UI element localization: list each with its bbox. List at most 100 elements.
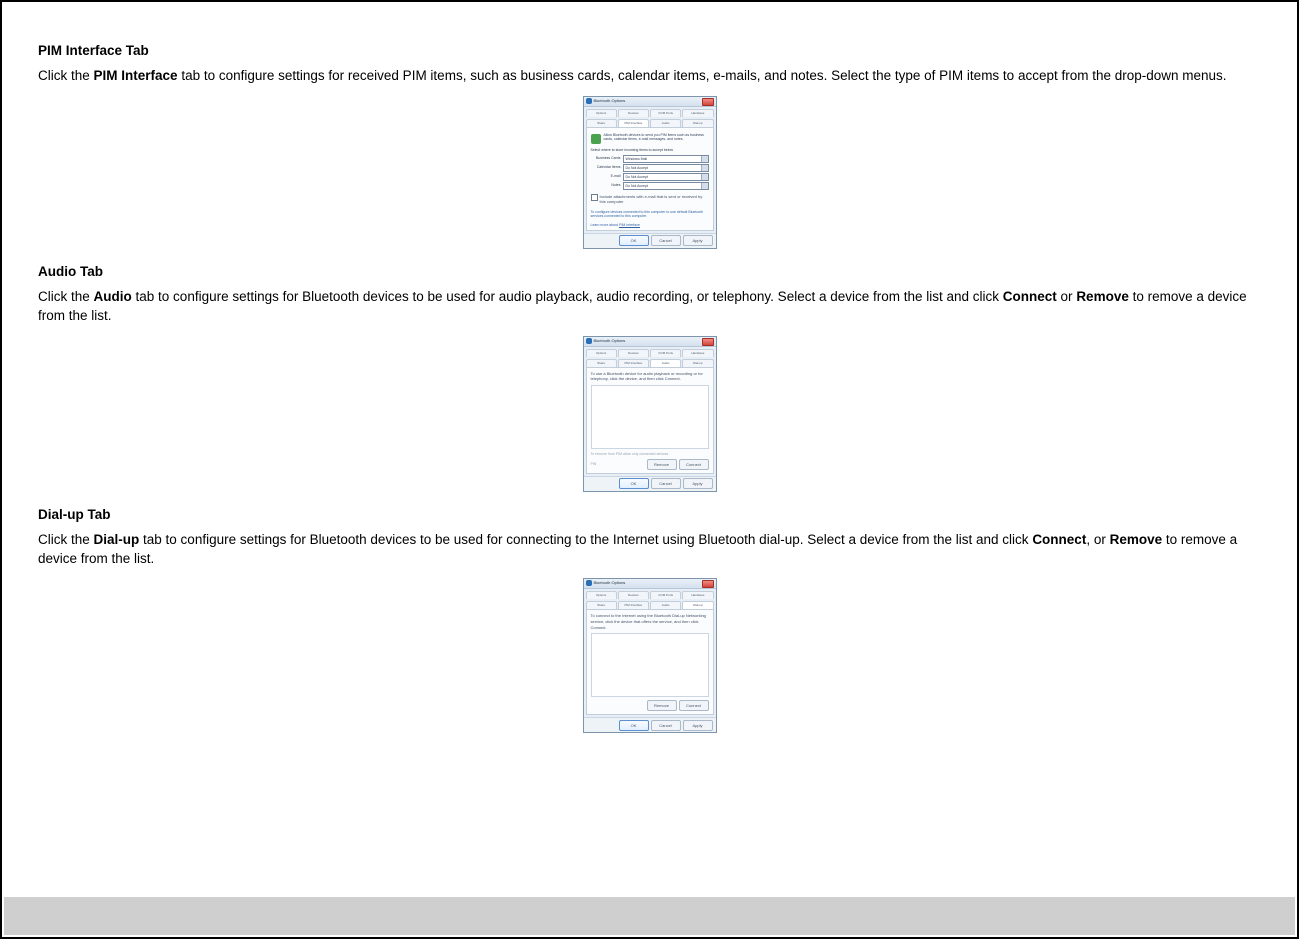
dialog-title: Bluetooth Options: [594, 580, 626, 586]
tab[interactable]: Devices: [618, 349, 649, 357]
tab[interactable]: Hardware: [682, 109, 713, 117]
para-pim: Click the PIM Interface tab to configure…: [38, 67, 1261, 86]
ok-button[interactable]: OK: [619, 720, 649, 731]
dialog-title: Bluetooth Options: [594, 98, 626, 104]
field-row: Notes Do Not Accept: [591, 182, 709, 190]
checkbox-icon: [591, 194, 598, 201]
tab-active[interactable]: PIM Interface: [618, 119, 649, 127]
text-bold: Dial-up: [94, 532, 140, 547]
bluetooth-icon: [586, 580, 592, 586]
cancel-button[interactable]: Cancel: [651, 720, 681, 731]
dialog-pane: Allow Bluetooth devices to send you PIM …: [586, 127, 714, 231]
config-text: To configure devices connected to this c…: [591, 210, 709, 218]
field-row: Calendar Items Do Not Accept: [591, 164, 709, 172]
connect-button[interactable]: Connect: [679, 459, 709, 470]
bluetooth-icon: [586, 338, 592, 344]
tab[interactable]: Dial-up: [682, 359, 713, 367]
ok-button[interactable]: OK: [619, 235, 649, 246]
dialog-tabs-row2: Share PIM Interface Audio Dial-up: [584, 117, 716, 127]
dialog-dialup: Bluetooth Options Options Devices COM Po…: [583, 578, 717, 733]
info-block: Allow Bluetooth devices to send you PIM …: [591, 133, 709, 144]
tab[interactable]: COM Ports: [650, 109, 681, 117]
tab[interactable]: Hardware: [682, 349, 713, 357]
tab[interactable]: Dial-up: [682, 119, 713, 127]
cancel-button[interactable]: Cancel: [651, 235, 681, 246]
dialog-titlebar: Bluetooth Options: [584, 337, 716, 347]
tab[interactable]: COM Ports: [650, 591, 681, 599]
apply-button[interactable]: Apply: [683, 478, 713, 489]
dropdown-value: Do Not Accept: [626, 174, 648, 180]
tab[interactable]: Options: [586, 109, 617, 117]
dialog-tabs-row1: Options Devices COM Ports Hardware: [584, 589, 716, 599]
field-row: E-mail Do Not Accept: [591, 173, 709, 181]
tab[interactable]: Share: [586, 601, 617, 609]
dropdown[interactable]: Do Not Accept: [623, 182, 709, 190]
tab[interactable]: Devices: [618, 591, 649, 599]
field-row: Business Cards Windows Mail: [591, 155, 709, 163]
dialog-tabs-row1: Options Devices COM Ports Hardware: [584, 347, 716, 357]
field-label: Notes: [591, 183, 621, 188]
tab[interactable]: Options: [586, 349, 617, 357]
ok-button[interactable]: OK: [619, 478, 649, 489]
section-label: Select where to store incoming items to …: [591, 148, 709, 153]
info-text: Allow Bluetooth devices to send you PIM …: [604, 133, 709, 144]
dialog-audio: Bluetooth Options Options Devices COM Po…: [583, 336, 717, 492]
info-text: To connect to the Internet using the Blu…: [591, 613, 709, 630]
heading-pim: PIM Interface Tab: [38, 42, 1261, 61]
checkbox-row[interactable]: Include attachments with e-mail that is …: [591, 194, 709, 205]
page-footer-strip: [4, 897, 1295, 935]
close-icon[interactable]: [702, 98, 714, 106]
text-bold: Remove: [1110, 532, 1163, 547]
dialog-footer: OK Cancel Apply: [584, 233, 716, 248]
apply-button[interactable]: Apply: [683, 235, 713, 246]
device-list[interactable]: [591, 385, 709, 449]
tab-active[interactable]: Audio: [650, 359, 681, 367]
close-icon[interactable]: [702, 338, 714, 346]
learn-link[interactable]: PIM Interface: [619, 223, 640, 227]
text: Click the: [38, 289, 94, 304]
learn-more: Learn more about PIM Interface: [591, 223, 709, 227]
remove-button[interactable]: Remove: [647, 459, 677, 470]
tab[interactable]: Audio: [650, 119, 681, 127]
dialog-tabs-row2: Share PIM Interface Audio Dial-up: [584, 357, 716, 367]
text-bold: Audio: [94, 289, 132, 304]
dialog-pim: Bluetooth Options Options Devices COM Po…: [583, 96, 717, 249]
text: , or: [1086, 532, 1109, 547]
dropdown[interactable]: Do Not Accept: [623, 164, 709, 172]
pin-label: PIN: [591, 462, 597, 466]
tab[interactable]: PIM Interface: [618, 601, 649, 609]
dropdown-value: Do Not Accept: [626, 183, 648, 189]
text-bold: Connect: [1032, 532, 1086, 547]
text: tab to configure settings for received P…: [178, 68, 1227, 83]
tab-active[interactable]: Dial-up: [682, 601, 713, 609]
tab[interactable]: Options: [586, 591, 617, 599]
tab[interactable]: Share: [586, 359, 617, 367]
tab[interactable]: Devices: [618, 109, 649, 117]
field-label: Calendar Items: [591, 165, 621, 170]
figure-dialup: Bluetooth Options Options Devices COM Po…: [38, 578, 1261, 733]
text-bold: Remove: [1076, 289, 1129, 304]
dropdown[interactable]: Do Not Accept: [623, 173, 709, 181]
dropdown[interactable]: Windows Mail: [623, 155, 709, 163]
tab[interactable]: Audio: [650, 601, 681, 609]
heading-dialup: Dial-up Tab: [38, 506, 1261, 525]
tab[interactable]: Hardware: [682, 591, 713, 599]
connect-button[interactable]: Connect: [679, 700, 709, 711]
remove-button[interactable]: Remove: [647, 700, 677, 711]
dialog-titlebar: Bluetooth Options: [584, 97, 716, 107]
tab[interactable]: PIM Interface: [618, 359, 649, 367]
text: tab to configure settings for Bluetooth …: [139, 532, 1032, 547]
close-icon[interactable]: [702, 580, 714, 588]
dialog-title: Bluetooth Options: [594, 338, 626, 344]
para-dialup: Click the Dial-up tab to configure setti…: [38, 531, 1261, 569]
tab[interactable]: COM Ports: [650, 349, 681, 357]
tab[interactable]: Share: [586, 119, 617, 127]
dropdown-value: Do Not Accept: [626, 165, 648, 171]
cancel-button[interactable]: Cancel: [651, 478, 681, 489]
field-label: Business Cards: [591, 156, 621, 161]
text-bold: PIM Interface: [94, 68, 178, 83]
dialog-footer: OK Cancel Apply: [584, 476, 716, 491]
apply-button[interactable]: Apply: [683, 720, 713, 731]
dialog-tabs-row1: Options Devices COM Ports Hardware: [584, 107, 716, 117]
device-list[interactable]: [591, 633, 709, 697]
